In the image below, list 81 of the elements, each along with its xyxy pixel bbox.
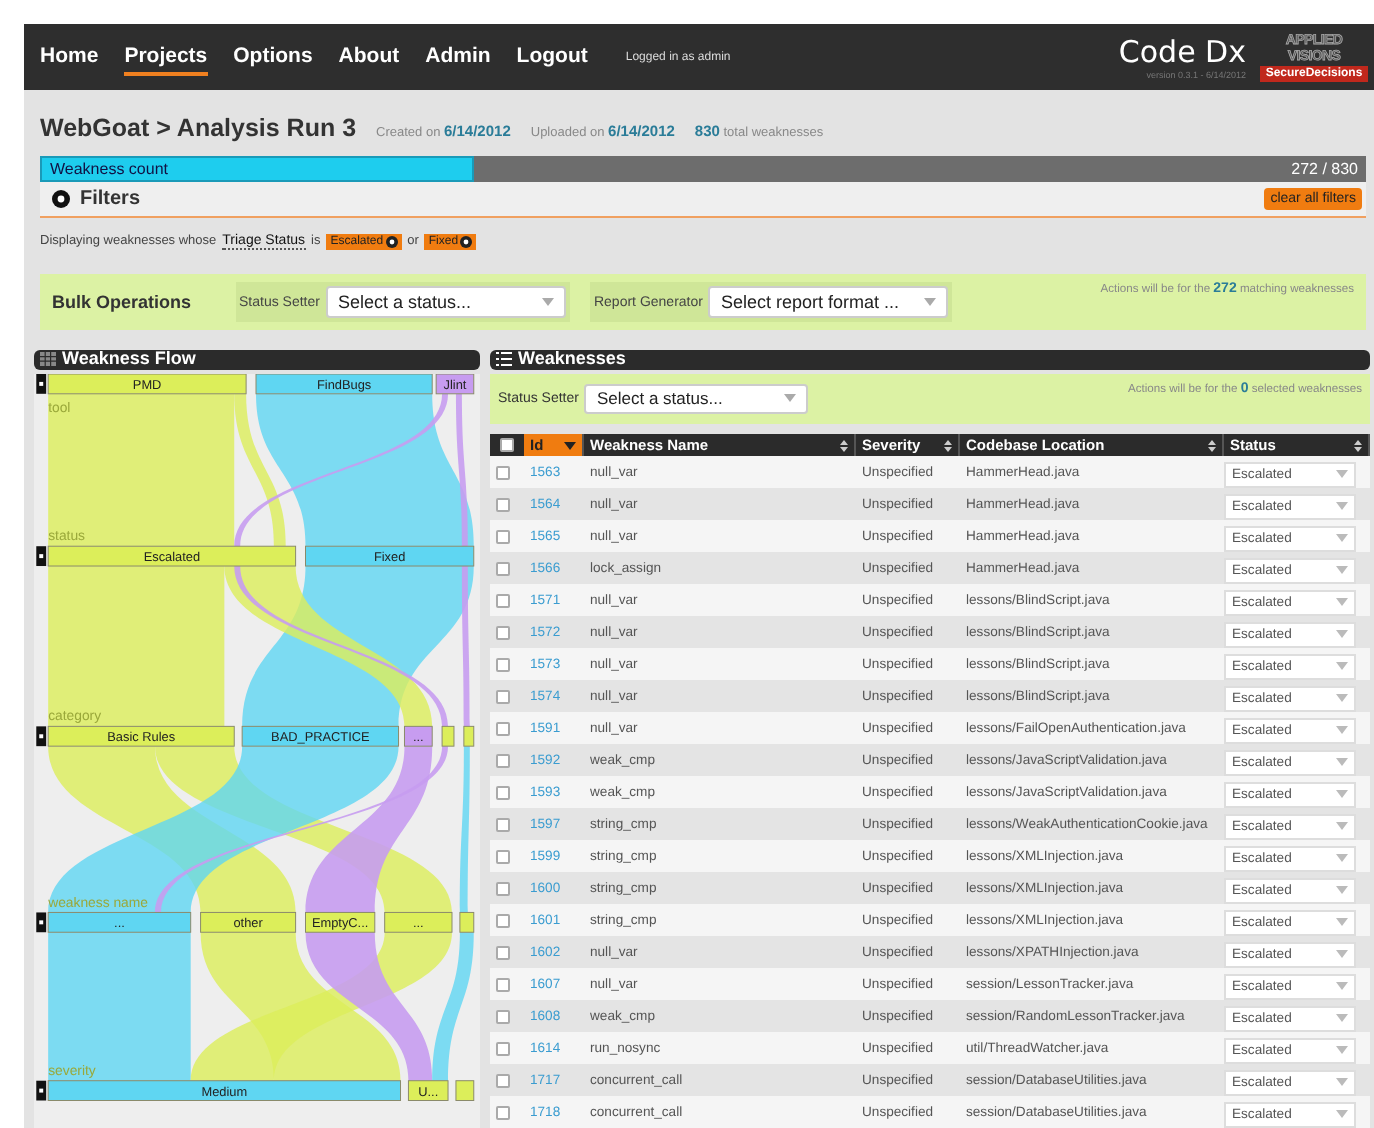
flow-node[interactable]: [459, 911, 475, 933]
sort-icon: [1354, 439, 1362, 451]
flow-node[interactable]: [455, 1080, 475, 1101]
remove-icon[interactable]: [460, 235, 473, 247]
caret-icon: [1336, 534, 1348, 542]
handle-icon[interactable]: [36, 726, 47, 746]
nav-link[interactable]: Logout: [516, 39, 588, 75]
checkbox[interactable]: [496, 1041, 510, 1055]
checkbox[interactable]: [496, 881, 510, 895]
flow-node[interactable]: [441, 725, 455, 747]
caret-icon: [1336, 918, 1348, 926]
caret-icon: [1336, 630, 1348, 638]
caret-icon: [784, 394, 797, 403]
nav-link[interactable]: Projects: [124, 39, 208, 75]
nav-link[interactable]: About: [338, 39, 400, 75]
caret-icon: [1336, 950, 1348, 958]
caret-icon: [1336, 726, 1348, 734]
handle-icon[interactable]: [36, 546, 47, 566]
select-field[interactable]: Select report format ...: [708, 286, 949, 318]
caret-icon: [1336, 598, 1348, 606]
nav-link[interactable]: Home: [40, 39, 99, 75]
caret-icon: [1336, 1014, 1348, 1022]
caret-icon: [1336, 1110, 1348, 1118]
caret-icon: [1336, 758, 1348, 766]
caret-icon: [1336, 694, 1348, 702]
checkbox[interactable]: [496, 849, 510, 863]
remove-icon[interactable]: [385, 235, 398, 247]
panel-title: Weaknesses: [518, 350, 626, 369]
caret-icon: [541, 298, 554, 306]
caret-icon: [1336, 854, 1348, 862]
count-reading: 272 / 830: [1291, 160, 1360, 178]
select-field[interactable]: Select a status...: [325, 286, 566, 318]
checkbox[interactable]: [496, 657, 510, 671]
list-icon: [496, 352, 512, 367]
flow-node[interactable]: [463, 725, 475, 747]
checkbox[interactable]: [496, 913, 510, 927]
caret-icon: [1336, 566, 1348, 574]
caret-icon: [564, 441, 576, 449]
caret-icon: [1336, 822, 1348, 830]
panel-title: Weakness Flow: [62, 350, 196, 369]
checkbox[interactable]: [496, 689, 510, 703]
checkbox[interactable]: [496, 1073, 510, 1087]
filters-title: Filters: [80, 188, 141, 210]
sort-icon: [944, 439, 952, 451]
checkbox[interactable]: [496, 593, 510, 607]
checkbox[interactable]: [496, 497, 510, 511]
caret-icon: [1336, 502, 1348, 510]
handle-icon[interactable]: [36, 912, 47, 932]
checkbox[interactable]: [500, 438, 514, 452]
caret-icon: [1336, 1078, 1348, 1086]
select-field[interactable]: Select a status...: [584, 383, 809, 414]
caret-icon: [924, 298, 937, 306]
caret-icon: [1336, 662, 1348, 670]
checkbox[interactable]: [496, 817, 510, 831]
checkbox[interactable]: [496, 1009, 510, 1023]
handle-icon[interactable]: [36, 373, 47, 394]
checkbox[interactable]: [496, 977, 510, 991]
caret-icon: [1336, 470, 1348, 478]
checkbox[interactable]: [496, 721, 510, 735]
caret-icon: [1336, 1046, 1348, 1054]
checkbox[interactable]: [496, 465, 510, 479]
checkbox[interactable]: [496, 529, 510, 543]
caret-icon: [1336, 790, 1348, 798]
sort-icon: [840, 439, 848, 451]
checkbox[interactable]: [496, 625, 510, 639]
sort-icon: [1208, 439, 1216, 451]
progress-fill: Weakness count: [40, 156, 475, 182]
caret-icon: [1336, 886, 1348, 894]
checkbox[interactable]: [496, 753, 510, 767]
handle-icon[interactable]: [36, 1080, 47, 1101]
checkbox[interactable]: [496, 945, 510, 959]
toggle-icon[interactable]: [52, 190, 70, 208]
caret-icon: [1336, 982, 1348, 990]
nav-link[interactable]: Admin: [425, 39, 491, 75]
checkbox[interactable]: [496, 785, 510, 799]
checkbox[interactable]: [496, 1105, 510, 1119]
panel-title: Bulk Operations: [52, 292, 192, 312]
nav-link[interactable]: Options: [233, 39, 313, 75]
product-logo: Code Dx: [1118, 34, 1246, 70]
checkbox[interactable]: [496, 561, 510, 575]
page-title: WebGoat > Analysis Run 3: [40, 114, 357, 142]
